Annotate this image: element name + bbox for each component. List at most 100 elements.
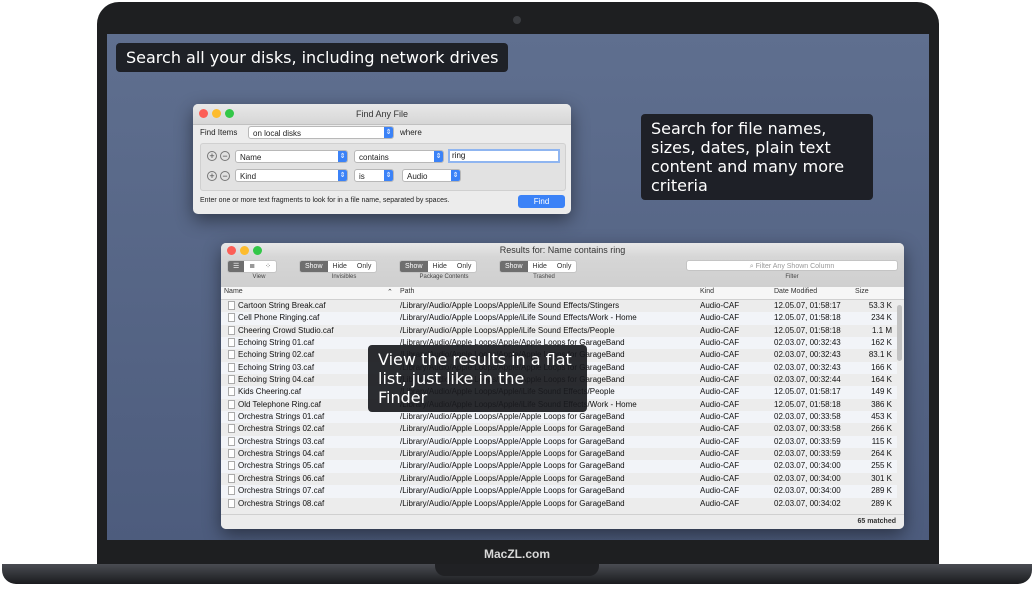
sort-icon: ⌃ <box>387 289 393 296</box>
laptop-notch <box>435 564 599 576</box>
column-header-name[interactable]: Name <box>224 288 243 295</box>
table-row[interactable]: Orchestra Strings 07.caf/Library/Audio/A… <box>221 485 897 498</box>
doc-icon <box>228 436 235 446</box>
zoom-button[interactable] <box>253 246 262 255</box>
criterion2-attr: Kind <box>240 172 257 181</box>
cell-size: 53.3 K <box>868 301 892 310</box>
criterion1-value-field[interactable]: ring <box>448 149 560 163</box>
cell-size: 386 K <box>871 399 892 409</box>
table-row[interactable]: Orchestra Strings 04.caf/Library/Audio/A… <box>221 448 897 460</box>
criterion1-attr: Name <box>240 153 262 162</box>
invisibles-only[interactable]: Only <box>352 261 376 272</box>
doc-icon <box>228 399 235 409</box>
table-row[interactable]: Cell Phone Ringing.caf/Library/Audio/App… <box>221 312 897 325</box>
location-popup[interactable]: on local disks ⇕ <box>248 126 394 139</box>
table-row[interactable]: Orchestra Strings 02.caf/Library/Audio/A… <box>221 423 897 435</box>
doc-icon <box>228 325 235 335</box>
find-window-title: Find Any File <box>355 109 409 119</box>
cell-path: /Library/Audio/Apple Loops/Apple/Apple L… <box>400 498 625 508</box>
cell-size: 255 K <box>871 461 892 471</box>
doc-icon <box>228 338 235 348</box>
filter-field[interactable]: ⌕ Filter Any Shown Column <box>686 260 898 271</box>
cell-name: Cheering Crowd Studio.caf <box>238 325 334 335</box>
cell-name: Echoing String 03.caf <box>238 362 315 372</box>
doc-icon <box>228 486 235 496</box>
cell-path: /Library/Audio/Apple Loops/Apple/iLife S… <box>400 313 637 323</box>
outline-view-icon[interactable]: ≣ <box>244 261 260 272</box>
criterion2-value-popup[interactable]: Audio ⇕ <box>402 169 461 182</box>
trashed-show[interactable]: Show <box>500 261 528 272</box>
package-only[interactable]: Only <box>452 261 476 272</box>
cell-name: Orchestra Strings 03.caf <box>238 436 325 446</box>
zoom-button[interactable] <box>225 109 234 118</box>
table-row[interactable]: Orchestra Strings 05.caf/Library/Audio/A… <box>221 460 897 473</box>
cell-date: 12.05.07, 01:58:17 <box>774 387 841 397</box>
criterion1-op-popup[interactable]: contains ⇕ <box>354 150 444 163</box>
cell-date: 02.03.07, 00:34:00 <box>774 473 841 483</box>
add-criterion-button[interactable]: + <box>207 151 217 161</box>
cell-path: /Library/Audio/Apple Loops/Apple/iLife S… <box>400 325 615 335</box>
cell-size: 162 K <box>871 338 892 348</box>
table-row[interactable]: Cartoon String Break.caf/Library/Audio/A… <box>221 300 897 312</box>
criterion1-attr-popup[interactable]: Name ⇕ <box>235 150 348 163</box>
doc-icon <box>228 424 235 434</box>
screen: Search all your disks, including network… <box>107 34 929 540</box>
cell-kind: Audio-CAF <box>700 313 740 323</box>
invisibles-segmented-control[interactable]: Show Hide Only <box>299 260 378 273</box>
trashed-segmented-control[interactable]: Show Hide Only <box>499 260 578 273</box>
doc-icon <box>228 375 235 385</box>
cell-path: /Library/Audio/Apple Loops/Apple/Apple L… <box>400 473 625 483</box>
table-row[interactable]: Orchestra Strings 01.caf/Library/Audio/A… <box>221 411 897 424</box>
criterion2-op: is <box>359 172 365 181</box>
criterion2-op-popup[interactable]: is ⇕ <box>354 169 394 182</box>
cell-size: 1.1 M <box>871 325 892 335</box>
column-header-kind[interactable]: Kind <box>700 288 714 295</box>
add-criterion-button[interactable]: + <box>207 171 217 181</box>
cell-date: 02.03.07, 00:34:00 <box>774 461 841 471</box>
table-row[interactable]: Orchestra Strings 03.caf/Library/Audio/A… <box>221 435 897 449</box>
invisibles-show[interactable]: Show <box>300 261 328 272</box>
cell-name: Orchestra Strings 04.caf <box>238 449 325 459</box>
package-hide[interactable]: Hide <box>428 261 452 272</box>
cell-size: 289 K <box>871 486 892 496</box>
cell-name: Old Telephone Ring.caf <box>238 399 322 409</box>
trashed-hide[interactable]: Hide <box>528 261 552 272</box>
scrollbar[interactable] <box>897 305 902 361</box>
doc-icon <box>228 350 235 360</box>
tooltip-results-list: View the results in a flat list, just li… <box>368 345 587 412</box>
table-row[interactable]: Cheering Crowd Studio.caf/Library/Audio/… <box>221 325 897 337</box>
package-segmented-control[interactable]: Show Hide Only <box>399 260 478 273</box>
find-button[interactable]: Find <box>518 195 565 208</box>
view-segmented-control[interactable]: ☰ ≣ ⁘ <box>227 260 278 273</box>
column-header-path[interactable]: Path <box>400 288 414 295</box>
cell-date: 02.03.07, 00:34:00 <box>774 486 841 496</box>
trashed-only[interactable]: Only <box>552 261 576 272</box>
close-button[interactable] <box>227 246 236 255</box>
cell-date: 02.03.07, 00:34:02 <box>774 498 841 508</box>
column-header-size[interactable]: Size <box>855 288 869 295</box>
remove-criterion-button[interactable]: − <box>220 151 230 161</box>
find-items-label: Find Items <box>200 128 238 137</box>
icon-view-icon[interactable]: ⁘ <box>260 261 276 272</box>
list-view-icon[interactable]: ☰ <box>228 261 245 272</box>
column-header-date[interactable]: Date Modified <box>774 288 817 295</box>
minimize-button[interactable] <box>212 109 221 118</box>
cell-date: 02.03.07, 00:32:44 <box>774 375 841 385</box>
cell-name: Echoing String 02.caf <box>238 350 315 360</box>
find-window-titlebar: Find Any File <box>193 104 571 125</box>
minimize-button[interactable] <box>240 246 249 255</box>
table-row[interactable]: Orchestra Strings 08.caf/Library/Audio/A… <box>221 498 897 510</box>
cell-date: 02.03.07, 00:33:58 <box>774 412 841 422</box>
cell-date: 02.03.07, 00:33:59 <box>774 449 841 459</box>
close-button[interactable] <box>199 109 208 118</box>
table-row[interactable]: Orchestra Strings 06.caf/Library/Audio/A… <box>221 473 897 485</box>
filter-caption: Filter <box>785 274 799 280</box>
invisibles-hide[interactable]: Hide <box>328 261 352 272</box>
cell-name: Cell Phone Ringing.caf <box>238 313 320 323</box>
camera-icon <box>513 16 521 24</box>
package-show[interactable]: Show <box>400 261 428 272</box>
doc-icon <box>228 313 235 323</box>
cell-kind: Audio-CAF <box>700 375 740 385</box>
criterion2-attr-popup[interactable]: Kind ⇕ <box>235 169 348 182</box>
remove-criterion-button[interactable]: − <box>220 171 230 181</box>
